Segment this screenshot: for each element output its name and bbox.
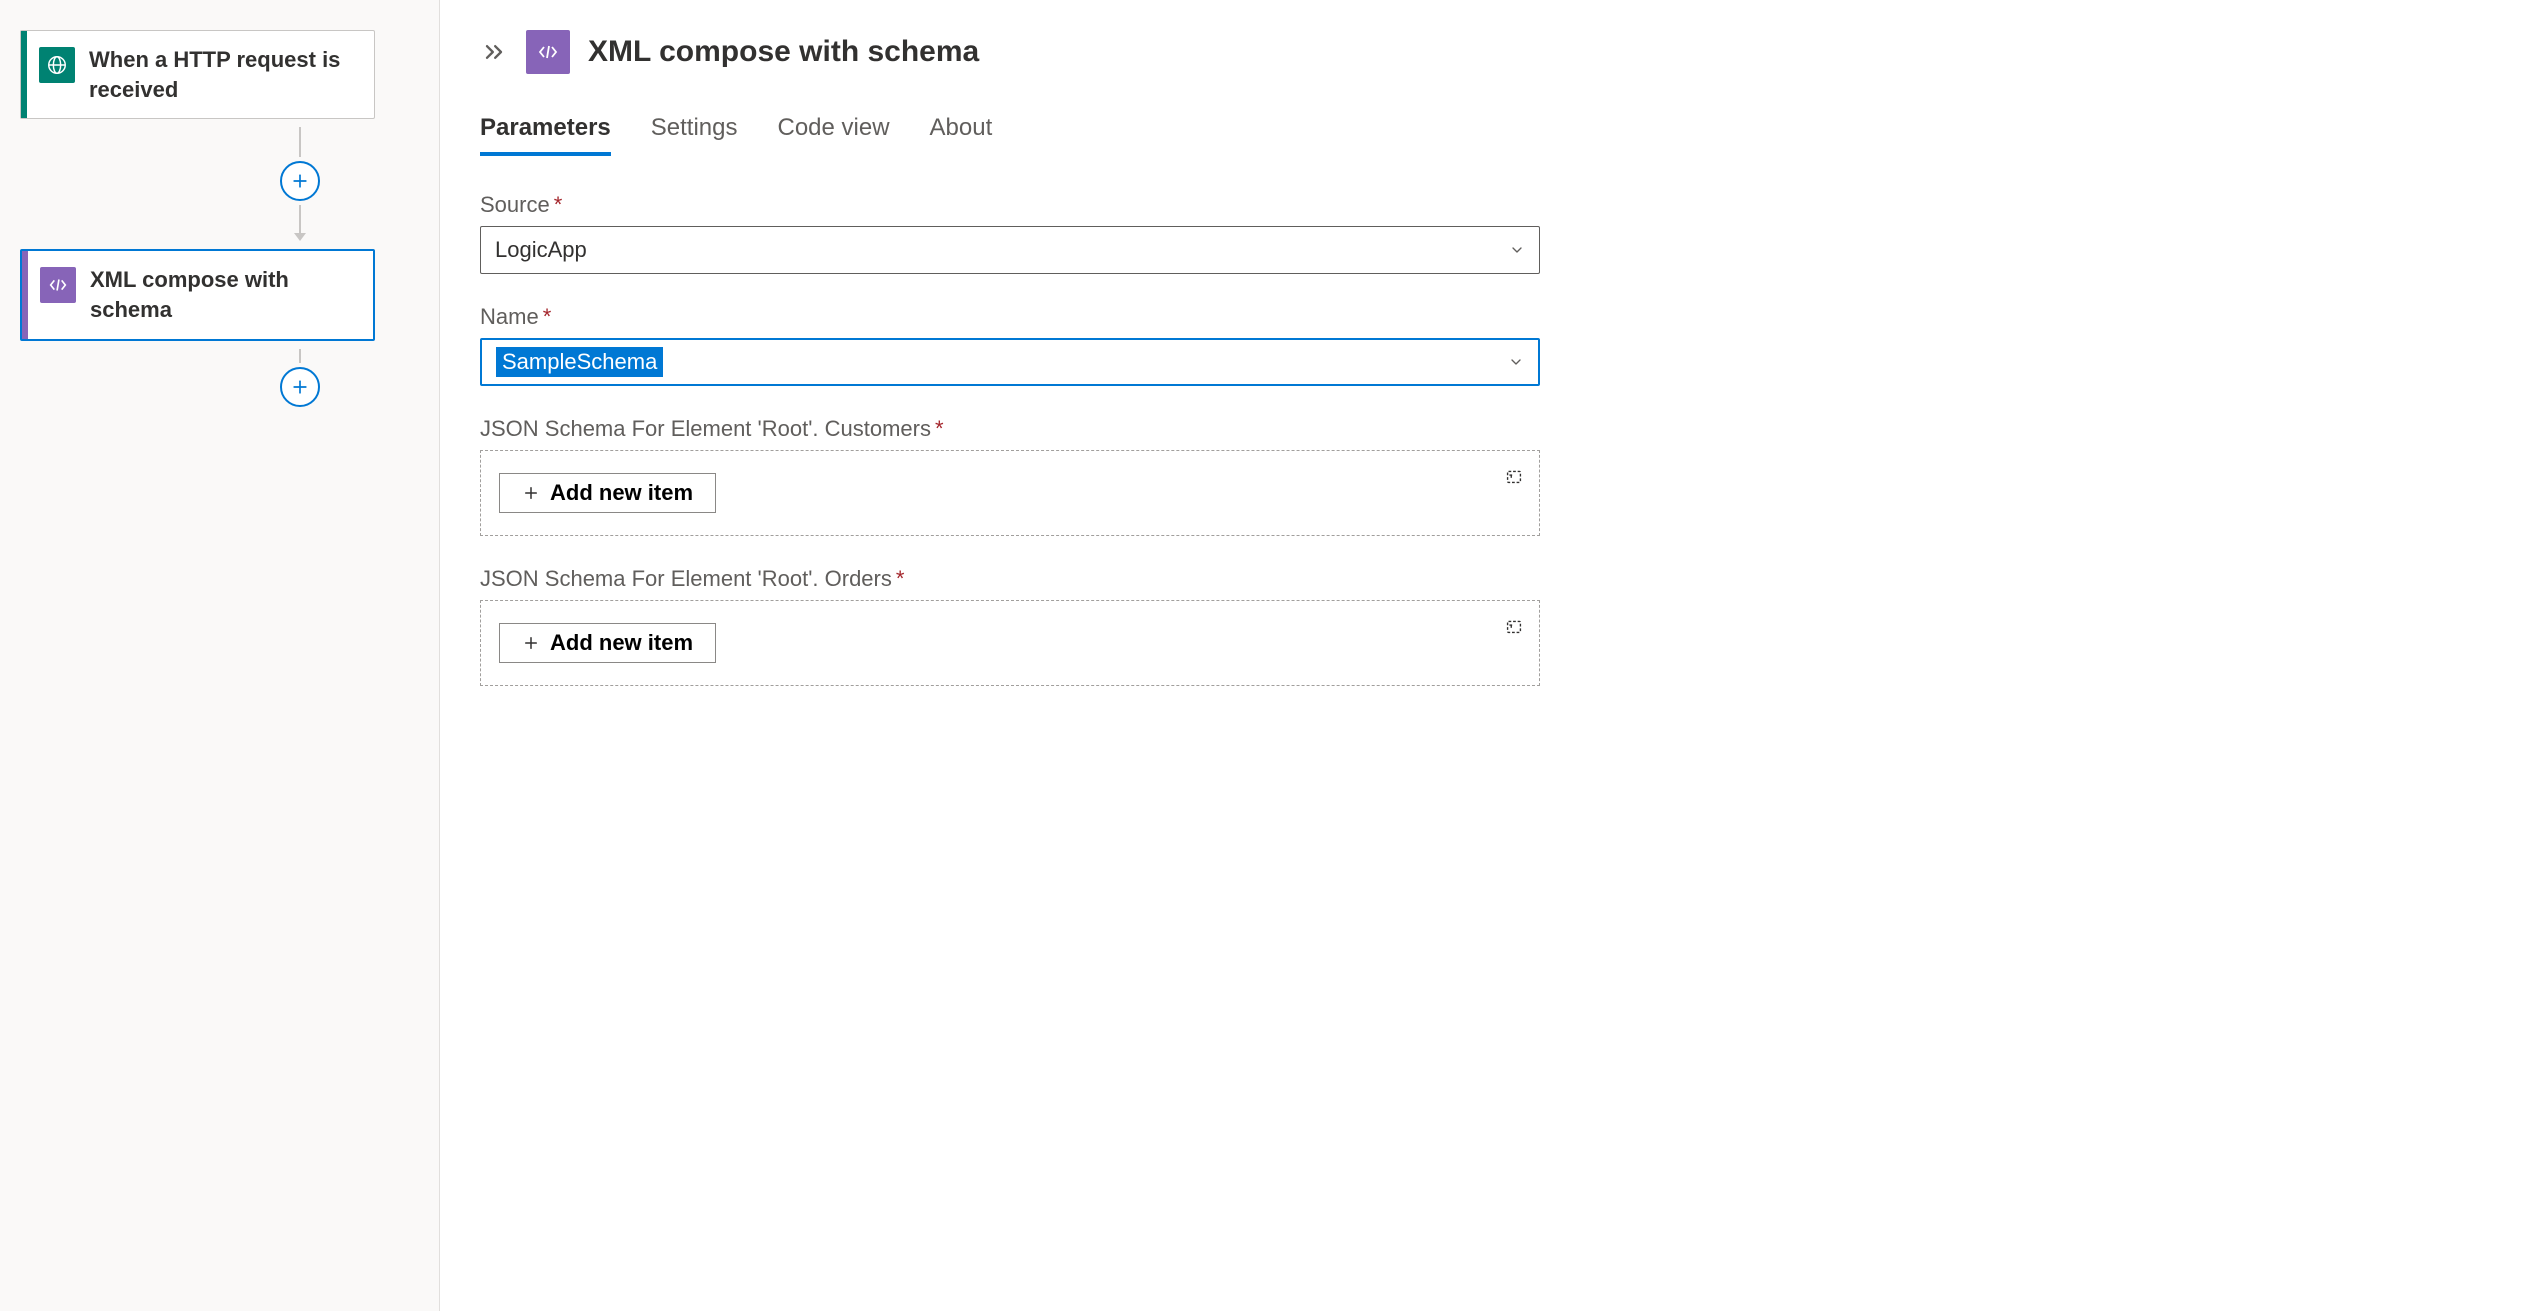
add-item-label: Add new item (550, 630, 693, 656)
source-value: LogicApp (495, 237, 587, 263)
node-http-trigger[interactable]: When a HTTP request is received (20, 30, 375, 119)
xml-action-icon (526, 30, 570, 74)
add-step-button[interactable] (280, 367, 320, 407)
label-text: Source (480, 192, 550, 217)
label-text: JSON Schema For Element 'Root'. Orders (480, 566, 892, 591)
tab-settings[interactable]: Settings (651, 114, 738, 156)
required-asterisk: * (896, 566, 905, 591)
node-accent (21, 31, 27, 118)
label-text: Name (480, 304, 539, 329)
http-trigger-icon (39, 47, 75, 83)
xml-action-icon (40, 267, 76, 303)
required-asterisk: * (935, 416, 944, 441)
tab-about[interactable]: About (930, 114, 993, 156)
switch-input-mode-icon[interactable] (1503, 615, 1525, 637)
panel-tabs: Parameters Settings Code view About (480, 114, 2498, 156)
connector (180, 127, 419, 241)
field-json-orders: JSON Schema For Element 'Root'. Orders* … (480, 566, 2498, 686)
node-xml-compose[interactable]: XML compose with schema (20, 249, 375, 340)
action-panel: XML compose with schema Parameters Setti… (440, 0, 2538, 1311)
panel-title: XML compose with schema (588, 35, 979, 69)
json-customers-array: Add new item (480, 450, 1540, 536)
insert-step-button[interactable] (280, 161, 320, 201)
connector-end (180, 349, 419, 411)
add-item-button-customers[interactable]: Add new item (499, 473, 716, 513)
json-orders-label: JSON Schema For Element 'Root'. Orders* (480, 566, 2498, 592)
chevron-down-icon (1508, 354, 1524, 370)
json-orders-array: Add new item (480, 600, 1540, 686)
collapse-panel-icon[interactable] (480, 38, 508, 66)
source-label: Source* (480, 192, 2498, 218)
tab-parameters[interactable]: Parameters (480, 114, 611, 156)
field-source: Source* LogicApp (480, 192, 2498, 274)
name-value-selected: SampleSchema (496, 347, 663, 377)
required-asterisk: * (543, 304, 552, 329)
required-asterisk: * (554, 192, 563, 217)
add-item-label: Add new item (550, 480, 693, 506)
chevron-down-icon (1509, 242, 1525, 258)
switch-input-mode-icon[interactable] (1503, 465, 1525, 487)
panel-header: XML compose with schema (480, 30, 2498, 74)
field-json-customers: JSON Schema For Element 'Root'. Customer… (480, 416, 2498, 536)
tab-code-view[interactable]: Code view (777, 114, 889, 156)
designer-canvas: When a HTTP request is received XML comp… (0, 0, 440, 1311)
label-text: JSON Schema For Element 'Root'. Customer… (480, 416, 931, 441)
name-label: Name* (480, 304, 2498, 330)
node-label: When a HTTP request is received (89, 45, 360, 104)
name-select[interactable]: SampleSchema (480, 338, 1540, 386)
node-accent (22, 251, 28, 338)
node-label: XML compose with schema (90, 265, 359, 324)
add-item-button-orders[interactable]: Add new item (499, 623, 716, 663)
json-customers-label: JSON Schema For Element 'Root'. Customer… (480, 416, 2498, 442)
field-name: Name* SampleSchema (480, 304, 2498, 386)
source-select[interactable]: LogicApp (480, 226, 1540, 274)
